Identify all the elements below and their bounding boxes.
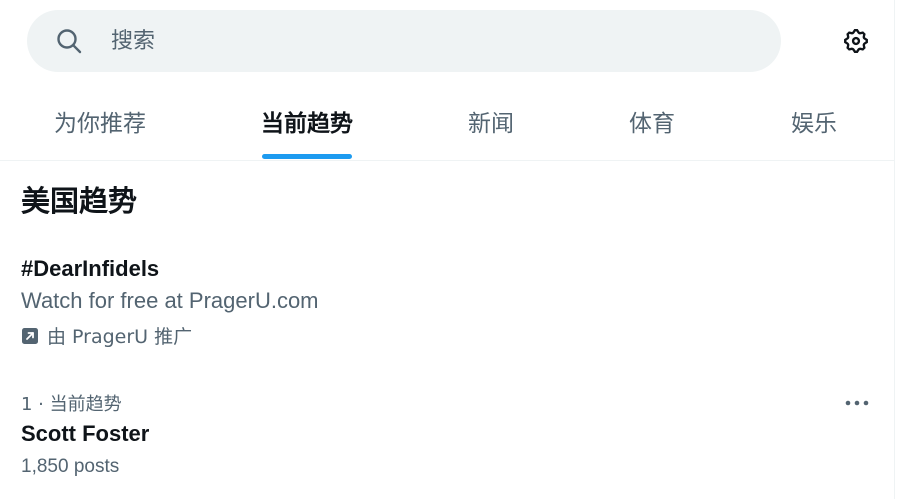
promoted-icon [21,327,39,345]
section-title: 美国趋势 [21,184,138,218]
trend-meta: 1 · 当前趋势 [21,394,122,415]
search-input[interactable] [111,10,751,72]
search-bar[interactable] [27,10,781,72]
promoted-by: 由 PragerU 推广 [21,322,192,349]
promoted-by-label: 由 PragerU 推广 [47,326,193,348]
tab-sports[interactable]: 体育 [592,82,712,160]
tab-for-you[interactable]: 为你推荐 [20,82,180,160]
promoted-trend-description: Watch for free at PragerU.com [21,288,319,313]
search-icon [55,27,83,55]
more-icon [845,393,869,411]
trend-item[interactable]: 1 · 当前趋势 Scott Foster 1,850 posts [0,380,894,499]
promoted-trend-name: #DearInfidels [21,256,160,281]
active-tab-indicator [262,154,352,159]
trend-name: Scott Foster [21,421,150,446]
gear-icon[interactable] [842,27,870,55]
column-border [894,0,895,499]
tab-trending[interactable]: 当前趋势 [227,82,387,160]
tab-entertainment[interactable]: 娱乐 [754,82,874,160]
trend-tabs: 为你推荐 当前趋势 新闻 体育 娱乐 [0,82,894,161]
more-button[interactable] [840,388,874,416]
tab-news[interactable]: 新闻 [431,82,551,160]
trend-post-count: 1,850 posts [21,456,120,477]
promoted-trend[interactable]: #DearInfidels Watch for free at PragerU.… [0,240,894,352]
